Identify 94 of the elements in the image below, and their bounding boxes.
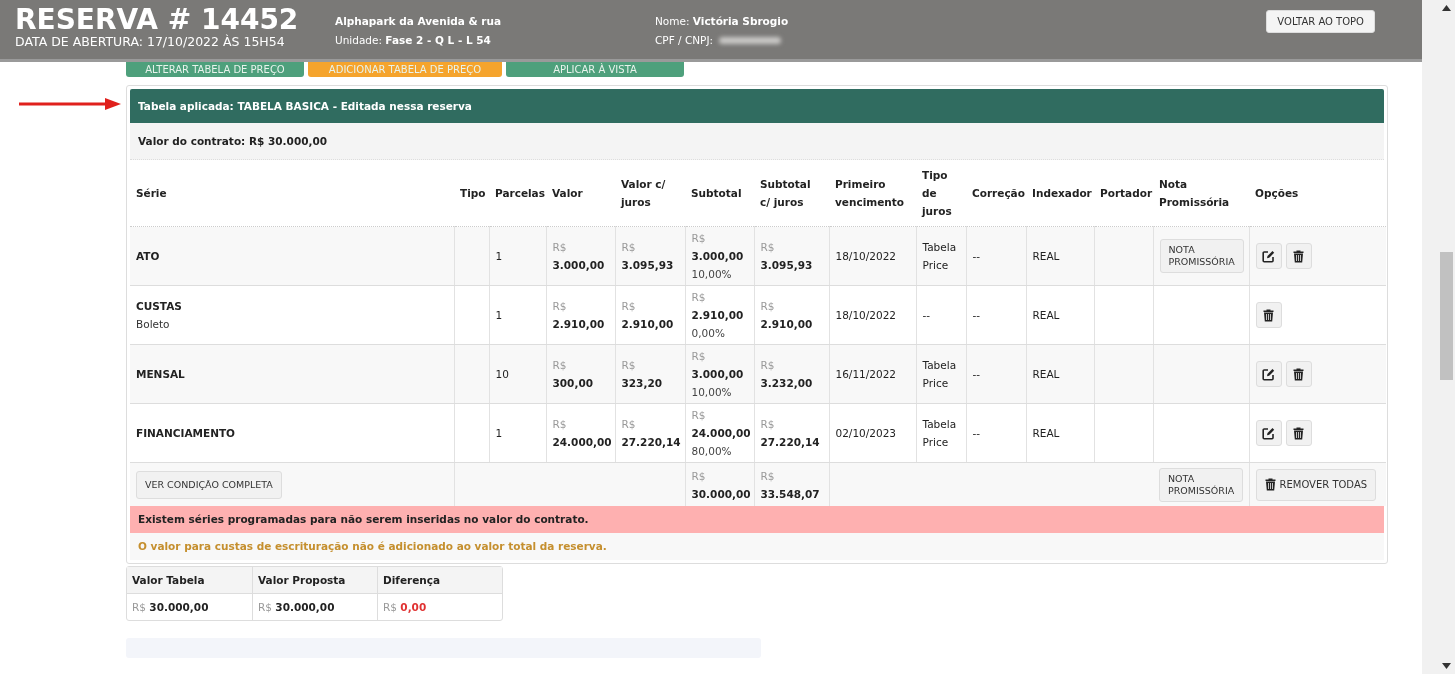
table-cell: 1 xyxy=(489,403,546,463)
cpf-label: CPF / CNPJ: xyxy=(655,33,714,48)
blurred-value xyxy=(719,37,782,44)
table-cell: R$ 3.000,00 10,00% xyxy=(685,344,754,404)
column-header: Subtotal xyxy=(685,160,754,227)
table-cell: FINANCIAMENTO xyxy=(130,403,454,463)
edit-icon xyxy=(1262,426,1275,440)
table-cell: 18/10/2022 xyxy=(829,226,916,286)
table-cell: REAL xyxy=(1026,403,1094,463)
table-cell: -- xyxy=(966,226,1026,286)
table-cell: R$ 3.000,00 10,00% xyxy=(685,226,754,286)
table-cell: 1 xyxy=(489,285,546,345)
table-cell: R$ 323,20 xyxy=(615,344,685,404)
table-cell: Tabela Price xyxy=(916,226,966,286)
trash-icon xyxy=(1293,367,1304,381)
back-to-top-button[interactable]: VOLTAR AO TOPO xyxy=(1266,10,1375,33)
table-cell: R$ 0,00 xyxy=(377,594,502,620)
table-cell: R$ 3.095,93 xyxy=(754,226,829,286)
scroll-down-icon[interactable] xyxy=(1442,663,1451,669)
delete-button[interactable] xyxy=(1255,302,1282,328)
trash-icon xyxy=(1263,308,1274,322)
promissory-note-button[interactable]: NOTA PROMISSÓRIA xyxy=(1159,239,1244,273)
table-cell: R$ 2.910,00 xyxy=(615,285,685,345)
column-header: Parcelas xyxy=(489,160,546,227)
trash-icon xyxy=(1264,478,1276,491)
column-header: Correção xyxy=(966,160,1026,227)
table-cell: R$ 2.910,00 0,00% xyxy=(685,285,754,345)
table-cell: 16/11/2022 xyxy=(829,344,916,404)
project-name: Alphapark da Avenida & rua xyxy=(335,14,503,29)
remove-all-button[interactable]: REMOVER TODAS xyxy=(1255,468,1377,501)
column-header: Tipo de juros xyxy=(916,160,966,227)
table-cell: R$ 2.910,00 xyxy=(754,285,829,345)
trash-icon xyxy=(1293,249,1304,263)
column-header: Valor Proposta xyxy=(252,567,377,594)
table-cell: R$ 2.910,00 xyxy=(546,285,615,345)
edit-button[interactable] xyxy=(1255,361,1282,387)
table-cell: R$ 27.220,14 xyxy=(615,403,685,463)
table-cell: REAL xyxy=(1026,285,1094,345)
table-cell: REAL xyxy=(1026,226,1094,286)
column-header: Indexador xyxy=(1026,160,1094,227)
column-header: Nota Promissória xyxy=(1153,160,1249,227)
table-cell: R$ 30.000,00 xyxy=(252,594,377,620)
column-header: Subtotal c/ juros xyxy=(754,160,829,227)
table-cell-text: R$ 30.000,00 xyxy=(131,600,210,615)
table-cell: 10 xyxy=(489,344,546,404)
table-cell: R$ 24.000,00 80,00% xyxy=(685,403,754,463)
table-cell: -- xyxy=(966,344,1026,404)
table-cell: R$ 300,00 xyxy=(546,344,615,404)
column-header: Valor xyxy=(546,160,615,227)
table-title: Tabela aplicada: TABELA BASICA - Editada nessa reserva xyxy=(130,89,1384,123)
column-header: Valor c/ juros xyxy=(615,160,685,227)
table-cell: R$ 24.000,00 xyxy=(546,403,615,463)
table-cell: -- xyxy=(966,285,1026,345)
table-cell: 18/10/2022 xyxy=(829,285,916,345)
table-cell: ATO xyxy=(130,226,454,286)
scrollbar-thumb[interactable] xyxy=(1440,252,1453,380)
column-header: Série xyxy=(130,160,454,227)
delete-button[interactable] xyxy=(1285,243,1312,269)
warning-note: O valor para custas de escrituração não é adicionado ao valor total da reserva. xyxy=(130,533,1384,560)
client-name: Nome: Victória Sbrogio xyxy=(655,14,790,29)
edit-button[interactable] xyxy=(1255,243,1282,269)
edit-button[interactable] xyxy=(1255,420,1282,446)
table-cell: CUSTAS Boleto xyxy=(130,285,454,345)
column-header: Valor Tabela xyxy=(127,567,252,594)
column-header: Portador xyxy=(1094,160,1153,227)
edit-icon xyxy=(1262,367,1275,381)
table-cell: MENSAL xyxy=(130,344,454,404)
full-condition-button[interactable]: VER CONDIÇÃO COMPLETA xyxy=(136,470,282,499)
table-cell: R$ 3.232,00 xyxy=(754,344,829,404)
contract-value: Valor do contrato: R$ 30.000,00 xyxy=(130,123,1384,160)
column-header: Primeiro vencimento xyxy=(829,160,916,227)
scroll-up-icon[interactable] xyxy=(1442,5,1451,11)
table-cell: Tabela Price xyxy=(916,344,966,404)
column-header: Tipo xyxy=(454,160,489,227)
table-cell: R$ 3.095,93 xyxy=(615,226,685,286)
column-header: Opções xyxy=(1249,160,1386,227)
table-cell: -- xyxy=(966,403,1026,463)
edit-icon xyxy=(1262,249,1275,263)
delete-button[interactable] xyxy=(1285,420,1312,446)
delete-button[interactable] xyxy=(1285,361,1312,387)
opening-date: DATA DE ABERTURA: 17/10/2022 ÀS 15H54 xyxy=(15,35,286,49)
alert-message: Existem séries programadas para não serem inseridas no valor do contrato. xyxy=(130,506,1384,533)
table-cell: 02/10/2023 xyxy=(829,403,916,463)
table-cell: REAL xyxy=(1026,344,1094,404)
table-cell: 1 xyxy=(489,226,546,286)
table-cell: Tabela Price xyxy=(916,403,966,463)
column-header: Diferença xyxy=(377,567,502,594)
table-cell: R$ 3.000,00 xyxy=(546,226,615,286)
unit-text: Unidade: Fase 2 - Q L - L 54 xyxy=(335,33,492,48)
reservation-title: RESERVA # 14452 xyxy=(15,5,300,35)
trash-icon xyxy=(1293,426,1304,440)
table-cell: R$ 27.220,14 xyxy=(754,403,829,463)
table-cell: -- xyxy=(916,285,966,345)
promissory-note-button[interactable]: NOTA PROMISSÓRIA xyxy=(1159,467,1244,502)
